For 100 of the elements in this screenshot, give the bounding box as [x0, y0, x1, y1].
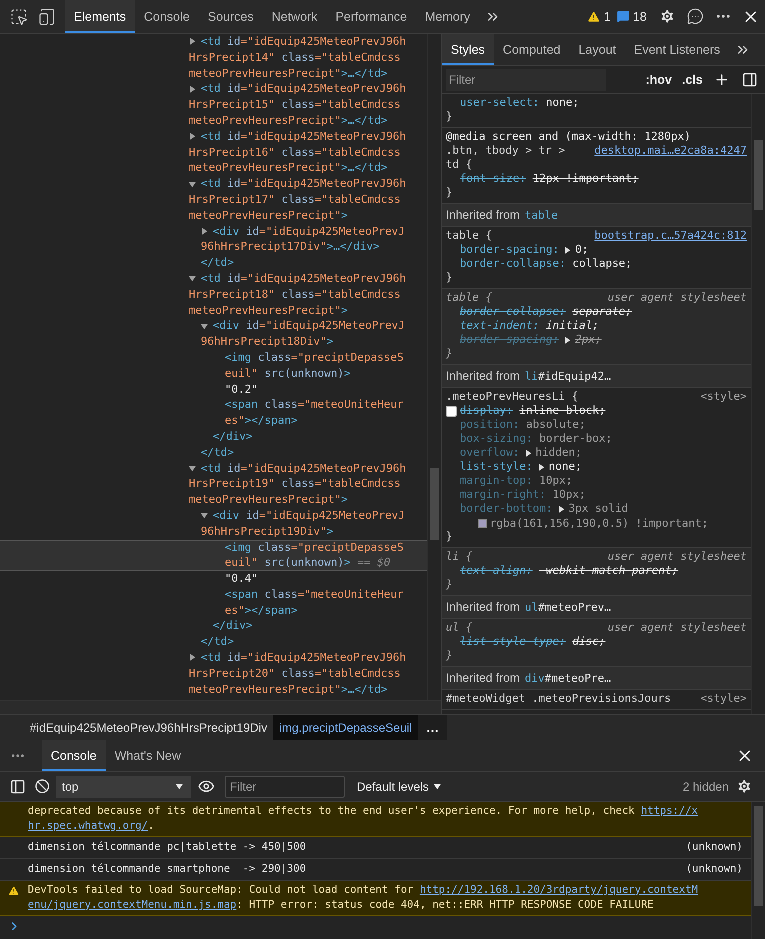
horizontal-scrollbar[interactable] — [0, 700, 441, 714]
message-link[interactable]: enu/jquery.contextMenu.min.js.map — [28, 899, 237, 911]
panel-tab[interactable]: Memory — [416, 0, 480, 33]
console-filter-field[interactable]: Filter — [225, 776, 345, 798]
property-value[interactable]: inline-block; — [520, 404, 606, 418]
property-value[interactable]: border-box; — [539, 432, 612, 446]
property-value[interactable]: absolute; — [526, 418, 586, 432]
message-icon[interactable] — [617, 10, 630, 23]
log-levels-dropdown[interactable]: Default levels — [351, 778, 448, 794]
property-value[interactable]: separate; — [572, 305, 632, 319]
source-link[interactable]: (unknown) — [686, 840, 743, 855]
dom-node-row[interactable]: <span class="meteoUniteHeur es"></span> — [0, 397, 427, 429]
property-name[interactable]: display: — [460, 404, 513, 418]
message-link[interactable]: https://x — [641, 805, 698, 817]
panel-tab[interactable]: Sources — [198, 0, 263, 33]
source-link[interactable]: (unknown) — [686, 862, 743, 877]
dom-node-row[interactable]: <td id="idEquip425MeteoPrevJ96h HrsPrecipt14" class="tableCmdcss meteoPrevHeuresPrecipt">…</td> — [0, 34, 427, 82]
disclosure-triangle-icon[interactable] — [189, 180, 196, 188]
inherited-element-link[interactable]: li#idEquip42… — [525, 370, 612, 382]
dom-node-row[interactable]: <div id="idEquip425MeteoPrevJ 96hHrsPrecipt18Div"> — [0, 318, 427, 350]
property-name[interactable]: list-style: — [460, 460, 533, 474]
dom-node-row[interactable]: <td id="idEquip425MeteoPrevJ96h HrsPrecipt16" class="tableCmdcss meteoPrevHeuresPrecipt">…</td> — [0, 128, 427, 176]
message-link[interactable]: http://192.168.1.20/3rdparty/jquery.contextM — [420, 884, 698, 896]
expand-triangle-icon[interactable] — [558, 506, 565, 512]
caret-icon[interactable] — [434, 783, 442, 790]
sidebar-tab[interactable]: Layout — [570, 34, 626, 65]
styles-filter-field[interactable]: Filter — [446, 68, 606, 90]
caret-icon[interactable] — [176, 783, 183, 790]
disclosure-triangle-icon[interactable] — [201, 228, 208, 235]
property-value[interactable]: none; — [548, 460, 582, 474]
property-value[interactable]: none; — [546, 96, 580, 110]
property-value[interactable]: 2px; — [575, 333, 602, 347]
property-value[interactable]: rgba(161,156,190,0.5) !important; — [490, 516, 709, 530]
disclosure-triangle-icon[interactable] — [189, 38, 196, 46]
dom-node-row[interactable]: <div id="idEquip425MeteoPrevJ 96hHrsPrecipt17Div">…</div> — [0, 224, 427, 256]
class-toggle[interactable]: .cls — [680, 72, 705, 86]
breadcrumb-overflow-button[interactable]: … — [418, 715, 448, 740]
sidebar-tab[interactable]: Event Listeners — [625, 34, 730, 65]
warning-icon[interactable] — [587, 10, 602, 24]
inherited-element-link[interactable]: table — [525, 208, 558, 222]
property-value[interactable]: -webkit-match-parent; — [539, 564, 679, 578]
disclosure-triangle-icon[interactable] — [189, 133, 196, 140]
source-label[interactable]: <style> — [700, 390, 747, 404]
dom-node-row[interactable]: <img class="preciptDepasseS euil" src(unknown)> == $0 — [0, 540, 427, 572]
source-label[interactable]: <style> — [700, 692, 747, 706]
dom-node-row[interactable]: "0.2" — [0, 382, 427, 398]
property-name[interactable]: text-indent: — [460, 319, 540, 333]
hover-state-toggle[interactable]: :hov — [644, 72, 674, 86]
disclosure-triangle-icon[interactable] — [189, 464, 196, 472]
breadcrumb[interactable]: #idEquip425MeteoPrevJ96hHrsPrecipt19Div — [24, 715, 274, 740]
panel-tab[interactable]: Console — [135, 0, 199, 33]
property-value[interactable]: disc; — [572, 635, 606, 649]
property-value[interactable]: collapse; — [572, 257, 632, 271]
dom-node-row[interactable]: <td id="idEquip425MeteoPrevJ96h HrsPrecipt19" class="tableCmdcss meteoPrevHeuresPrecipt"> — [0, 460, 427, 508]
property-name[interactable]: font-size: — [460, 172, 526, 186]
dom-node-row[interactable]: <td id="idEquip425MeteoPrevJ96h HrsPrecipt15" class="tableCmdcss meteoPrevHeuresPrecipt">…</td> — [0, 81, 427, 129]
message-count[interactable]: 18 — [633, 10, 647, 24]
property-name[interactable]: border-collapse: — [460, 305, 566, 319]
inherited-element-link[interactable]: div#meteoPre… — [525, 672, 612, 684]
property-checkbox[interactable] — [446, 406, 457, 416]
property-name[interactable]: border-spacing: — [460, 243, 560, 257]
scrollbar-thumb[interactable] — [754, 140, 763, 210]
source-link[interactable]: desktop.mai…e2ca8a:4247 — [594, 144, 747, 158]
drawer-tab[interactable]: Console — [42, 740, 106, 771]
source-link[interactable]: bootstrap.c…57a424c:812 — [594, 229, 747, 243]
property-name[interactable]: list-style-type: — [460, 635, 566, 649]
scrollbar-thumb[interactable] — [754, 806, 763, 906]
panel-tab[interactable]: Network — [262, 0, 327, 33]
color-swatch[interactable] — [478, 518, 487, 528]
context-select[interactable]: top — [56, 776, 191, 798]
message-link[interactable]: hr.spec.whatwg.org/ — [28, 820, 148, 832]
source-label[interactable]: user agent stylesheet — [608, 291, 747, 305]
source-label[interactable]: user agent stylesheet — [608, 621, 747, 635]
dom-node-row[interactable]: <span class="meteoUniteHeur es"></span> — [0, 586, 427, 618]
disclosure-triangle-icon[interactable] — [189, 654, 196, 662]
disclosure-triangle-icon[interactable] — [201, 512, 208, 520]
property-value[interactable]: 10px; — [552, 488, 586, 502]
dom-node-row[interactable]: <img class="preciptDepasseS euil" src(unknown)> — [0, 350, 427, 382]
disclosure-triangle-icon[interactable] — [189, 275, 196, 282]
source-label[interactable]: user agent stylesheet — [608, 550, 747, 564]
dom-node-row[interactable]: <td id="idEquip425MeteoPrevJ96h HrsPrecipt18" class="tableCmdcss meteoPrevHeuresPrecipt"> — [0, 270, 427, 318]
expand-triangle-icon[interactable] — [524, 450, 532, 456]
drawer-tab[interactable]: What's New — [106, 740, 190, 771]
dom-node-row[interactable]: <div id="idEquip425MeteoPrevJ 96hHrsPrecipt19Div"> — [0, 508, 427, 540]
disclosure-triangle-icon[interactable] — [189, 86, 196, 93]
dom-node-row[interactable]: <td id="idEquip425MeteoPrevJ96h HrsPrecipt17" class="tableCmdcss meteoPrevHeuresPrecipt"> — [0, 176, 427, 224]
expand-triangle-icon[interactable] — [564, 246, 572, 254]
property-name[interactable]: border-collapse: — [460, 257, 566, 271]
sidebar-tab[interactable]: Computed — [494, 34, 570, 65]
property-name[interactable]: user-select: — [460, 96, 540, 110]
property-name[interactable]: text-align: — [460, 564, 533, 578]
warning-count[interactable]: 1 — [604, 10, 612, 24]
property-value[interactable]: 10px; — [539, 474, 573, 488]
sidebar-tab[interactable]: Styles — [442, 34, 494, 65]
property-value[interactable]: hidden; — [536, 446, 582, 460]
dom-node-row[interactable]: "0.4" — [0, 571, 427, 587]
expand-triangle-icon[interactable] — [538, 464, 545, 470]
disclosure-triangle-icon[interactable] — [201, 322, 208, 330]
dom-node-row[interactable]: <td id="idEquip425MeteoPrevJ96h HrsPrecipt20" class="tableCmdcss meteoPrevHeuresPrecipt">…</td> — [0, 650, 427, 698]
property-value[interactable]: initial; — [546, 319, 600, 333]
